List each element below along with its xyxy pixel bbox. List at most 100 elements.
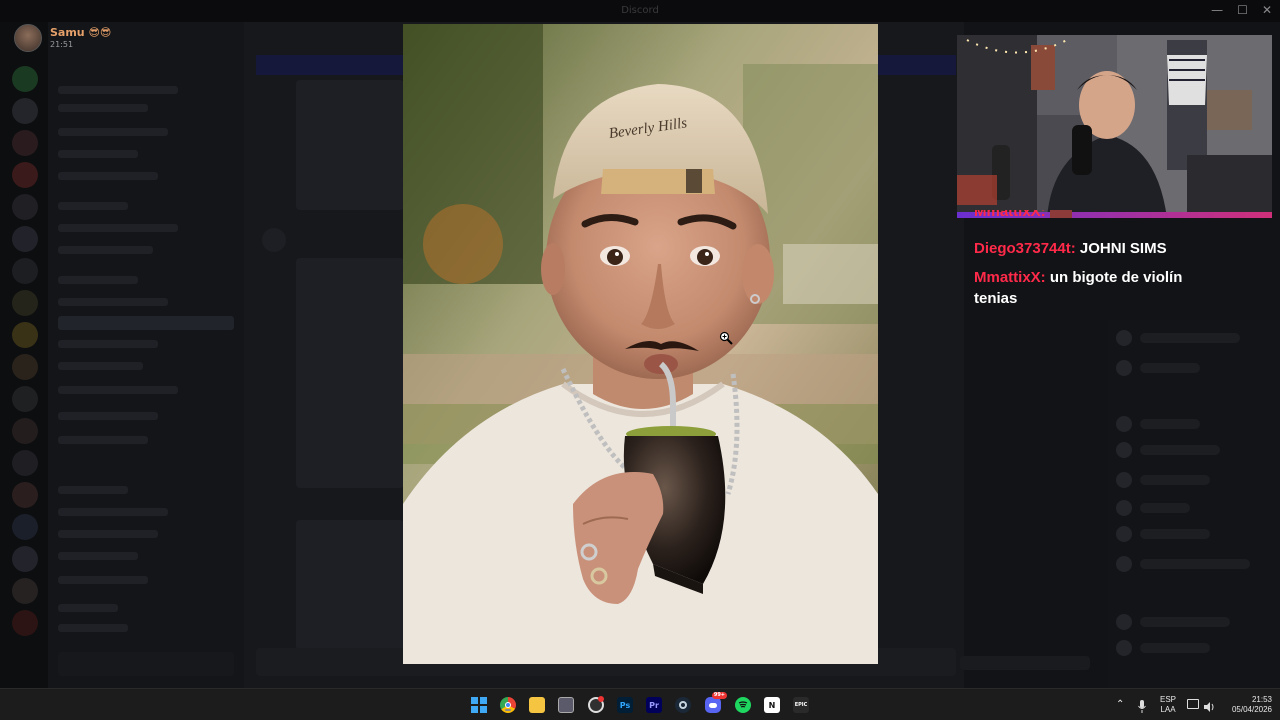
server-icon[interactable] bbox=[12, 482, 38, 508]
chat-username: MmattixX: bbox=[974, 210, 1046, 220]
chat-avatar bbox=[262, 228, 286, 252]
server-icon[interactable] bbox=[12, 386, 38, 412]
server-icon[interactable] bbox=[12, 546, 38, 572]
channel-row[interactable] bbox=[58, 298, 168, 306]
image-viewer-photo[interactable]: Beverly Hills bbox=[403, 24, 878, 664]
server-rail bbox=[0, 22, 48, 688]
clock[interactable]: 21:53 05/04/2026 bbox=[1222, 695, 1272, 715]
member-avatar[interactable] bbox=[1116, 472, 1132, 488]
channel-row-selected[interactable] bbox=[58, 316, 234, 330]
server-icon[interactable] bbox=[12, 66, 38, 92]
member-list bbox=[1108, 320, 1280, 688]
channel-row[interactable] bbox=[58, 530, 158, 538]
channel-row[interactable] bbox=[58, 624, 128, 632]
server-icon[interactable] bbox=[12, 130, 38, 156]
member-row[interactable] bbox=[1140, 333, 1240, 343]
channel-row[interactable] bbox=[58, 150, 138, 158]
member-row[interactable] bbox=[1140, 363, 1200, 373]
notification-badge: 99+ bbox=[711, 692, 727, 699]
server-icon[interactable] bbox=[12, 354, 38, 380]
channel-row[interactable] bbox=[58, 172, 158, 180]
channel-row[interactable] bbox=[58, 576, 148, 584]
server-icon[interactable] bbox=[12, 194, 38, 220]
channel-row[interactable] bbox=[58, 552, 138, 560]
channel-panel bbox=[48, 22, 244, 688]
spotify-icon[interactable] bbox=[735, 697, 751, 713]
server-icon[interactable] bbox=[12, 418, 38, 444]
server-icon[interactable] bbox=[12, 258, 38, 284]
member-row[interactable] bbox=[1140, 503, 1190, 513]
close-button[interactable]: ✕ bbox=[1262, 3, 1272, 17]
windows-start-icon[interactable] bbox=[471, 697, 487, 713]
notion-icon[interactable]: N bbox=[764, 697, 780, 713]
volume-icon[interactable] bbox=[1203, 698, 1215, 712]
member-row[interactable] bbox=[1140, 445, 1220, 455]
zoom-in-icon bbox=[719, 330, 733, 345]
avatar[interactable] bbox=[14, 24, 42, 52]
channel-row[interactable] bbox=[58, 386, 178, 394]
member-avatar[interactable] bbox=[1116, 416, 1132, 432]
member-avatar[interactable] bbox=[1116, 360, 1132, 376]
member-row[interactable] bbox=[1140, 559, 1250, 569]
member-row[interactable] bbox=[1140, 643, 1210, 653]
channel-row[interactable] bbox=[58, 104, 148, 112]
member-row[interactable] bbox=[1140, 529, 1210, 539]
clock-time: 21:53 bbox=[1251, 695, 1272, 704]
member-row[interactable] bbox=[1140, 617, 1230, 627]
member-row[interactable] bbox=[1140, 419, 1200, 429]
server-icon[interactable] bbox=[12, 610, 38, 636]
member-avatar[interactable] bbox=[1116, 330, 1132, 346]
member-avatar[interactable] bbox=[1116, 500, 1132, 516]
member-row[interactable] bbox=[1140, 475, 1210, 485]
maximize-button[interactable]: ☐ bbox=[1237, 3, 1248, 17]
chrome-icon[interactable] bbox=[500, 697, 516, 713]
chat-username: MmattixX: bbox=[974, 269, 1046, 286]
channel-row[interactable] bbox=[58, 86, 178, 94]
taskbar: Ps Pr 99+ N EPIC ⌃ ESP LAA 21:53 05/04/2… bbox=[0, 688, 1280, 720]
channel-row[interactable] bbox=[58, 246, 153, 254]
obs-icon[interactable] bbox=[588, 696, 604, 713]
tray-chevron-up-icon[interactable]: ⌃ bbox=[1116, 700, 1124, 710]
channel-row[interactable] bbox=[58, 224, 178, 232]
member-avatar[interactable] bbox=[1116, 556, 1132, 572]
member-avatar[interactable] bbox=[1116, 614, 1132, 630]
microphone-icon[interactable] bbox=[1138, 698, 1146, 713]
premiere-icon[interactable]: Pr bbox=[646, 697, 662, 713]
server-icon[interactable] bbox=[12, 578, 38, 604]
server-icon[interactable] bbox=[12, 450, 38, 476]
chat-message: Diego373744t: JOHNI SIMS bbox=[974, 238, 1204, 259]
chat-attachment bbox=[296, 258, 404, 488]
channel-row[interactable] bbox=[58, 486, 128, 494]
member-avatar[interactable] bbox=[1116, 526, 1132, 542]
channel-row[interactable] bbox=[58, 412, 158, 420]
user-header[interactable]: Samu 😎😎 21:51 bbox=[14, 24, 144, 54]
steam-icon[interactable] bbox=[675, 697, 691, 713]
channel-row[interactable] bbox=[58, 604, 118, 612]
channel-row[interactable] bbox=[58, 436, 148, 444]
server-icon[interactable] bbox=[12, 290, 38, 316]
voice-user-panel bbox=[58, 652, 234, 676]
channel-row[interactable] bbox=[58, 340, 158, 348]
server-icon[interactable] bbox=[12, 514, 38, 540]
member-avatar[interactable] bbox=[1116, 442, 1132, 458]
discord-icon[interactable]: 99+ bbox=[705, 692, 727, 713]
language-code: ESP bbox=[1159, 695, 1176, 704]
photoshop-icon[interactable]: Ps bbox=[617, 697, 633, 713]
epic-games-icon[interactable]: EPIC bbox=[793, 697, 809, 713]
channel-row[interactable] bbox=[58, 202, 128, 210]
server-icon[interactable] bbox=[12, 226, 38, 252]
file-explorer-icon[interactable] bbox=[529, 697, 545, 713]
channel-row[interactable] bbox=[58, 508, 168, 516]
window-titlebar: Discord — ☐ ✕ bbox=[0, 0, 1280, 22]
channel-row[interactable] bbox=[58, 362, 143, 370]
server-icon[interactable] bbox=[12, 162, 38, 188]
channel-row[interactable] bbox=[58, 276, 138, 284]
network-icon[interactable] bbox=[1187, 699, 1199, 709]
server-icon[interactable] bbox=[12, 322, 38, 348]
channel-row[interactable] bbox=[58, 128, 168, 136]
server-icon[interactable] bbox=[12, 98, 38, 124]
member-avatar[interactable] bbox=[1116, 640, 1132, 656]
minimize-button[interactable]: — bbox=[1211, 3, 1223, 17]
language-indicator[interactable]: ESP LAA bbox=[1156, 695, 1180, 715]
snipping-tool-icon[interactable] bbox=[558, 697, 574, 713]
